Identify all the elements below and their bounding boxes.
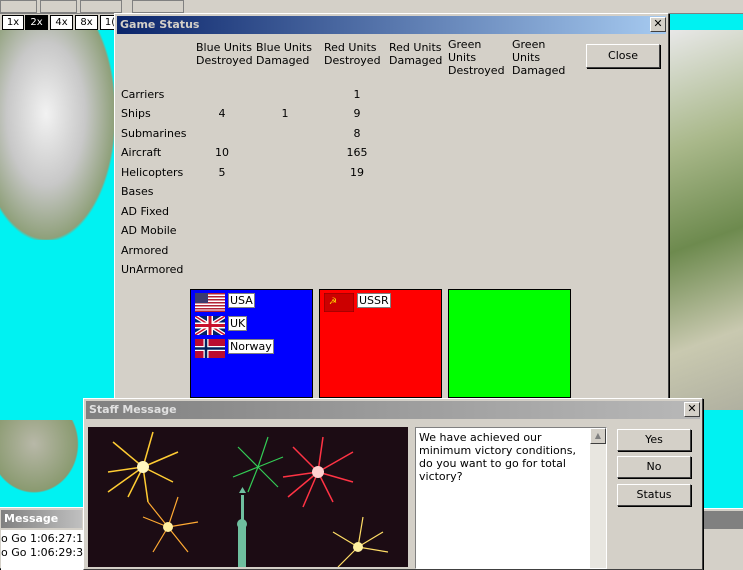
message-log-titlebar[interactable]: Message Log — [1, 510, 82, 543]
row-label: Submarines — [121, 127, 187, 140]
close-icon[interactable]: ✕ — [650, 17, 666, 32]
top-toolbar — [0, 0, 743, 14]
green-side-panel — [448, 289, 571, 398]
usa-flag-icon — [195, 293, 225, 312]
nation-ussr[interactable]: USSR — [357, 293, 391, 308]
scrollbar[interactable]: ▲ — [590, 428, 606, 568]
message-log-entry[interactable]: o Go 1:06:27:10 — [1, 532, 90, 545]
table-cell: 10 — [215, 146, 229, 159]
staff-message-title: Staff Message — [89, 403, 177, 416]
game-status-titlebar[interactable]: Game Status — [117, 16, 666, 34]
table-cell: 8 — [353, 127, 361, 140]
staff-message-titlebar[interactable]: Staff Message — [86, 401, 700, 419]
message-log-list: o Go 1:06:27:10 o Go 1:06:29:30 — [1, 530, 90, 570]
zoom-8x-button[interactable]: 8x — [75, 15, 98, 30]
zoom-2x-button[interactable]: 2x — [25, 15, 48, 30]
row-label: AD Mobile — [121, 224, 177, 237]
message-log-entry[interactable]: o Go 1:06:29:30 — [1, 546, 90, 559]
row-label: Bases — [121, 185, 154, 198]
toolbar-button[interactable] — [40, 0, 77, 13]
zoom-bar: 1x 2x 4x 8x 1( — [0, 14, 120, 30]
row-label: Aircraft — [121, 146, 162, 159]
col-header-red-damaged: Red Units Damaged — [389, 41, 443, 67]
svg-text:☭: ☭ — [329, 297, 337, 307]
row-label: UnArmored — [121, 263, 184, 276]
no-button[interactable]: No — [617, 456, 691, 478]
table-cell: 19 — [350, 166, 364, 179]
toolbar-button[interactable] — [0, 0, 37, 13]
row-label: Carriers — [121, 88, 165, 101]
status-button[interactable]: Status — [617, 484, 691, 506]
staff-message-window: Staff Message ✕ We have achieved our min… — [83, 398, 703, 570]
col-header-red-destroyed: Red Units Destroyed — [324, 41, 381, 67]
close-button[interactable]: Close — [586, 44, 660, 68]
map-landmass-east — [668, 30, 743, 410]
fireworks-image — [88, 427, 408, 567]
ussr-flag-icon: ☭ — [323, 292, 355, 313]
background-window-titlebar — [702, 511, 743, 529]
col-header-green-damaged: Green Units Damaged — [512, 38, 566, 77]
row-label: Helicopters — [121, 166, 184, 179]
map-landmass-west — [0, 30, 115, 240]
staff-message-text-box[interactable]: We have achieved our minimum victory con… — [415, 427, 607, 569]
scroll-up-icon[interactable]: ▲ — [590, 428, 606, 444]
zoom-4x-button[interactable]: 4x — [50, 15, 73, 30]
game-status-title: Game Status — [120, 18, 200, 31]
toolbar-button[interactable] — [80, 0, 122, 13]
row-label: Ships — [121, 107, 151, 120]
norway-flag-icon — [195, 339, 225, 358]
uk-flag-icon — [193, 314, 227, 337]
background-window — [702, 508, 743, 561]
zoom-1x-button[interactable]: 1x — [2, 15, 24, 30]
table-cell: 9 — [353, 107, 361, 120]
col-header-blue-destroyed: Blue Units Destroyed — [196, 41, 253, 67]
red-side-panel: ☭ USSR — [319, 289, 442, 398]
staff-message-text: We have achieved our minimum victory con… — [419, 431, 576, 483]
table-cell: 4 — [218, 107, 226, 120]
close-icon[interactable]: ✕ — [684, 402, 700, 417]
col-header-green-destroyed: Green Units Destroyed — [448, 38, 505, 77]
row-label: Armored — [121, 244, 169, 257]
col-header-blue-damaged: Blue Units Damaged — [256, 41, 312, 67]
map-landmass-south — [0, 420, 85, 500]
table-cell: 1 — [353, 88, 361, 101]
table-cell: 165 — [346, 146, 368, 159]
toolbar-button[interactable] — [132, 0, 184, 13]
yes-button[interactable]: Yes — [617, 429, 691, 451]
table-cell: 1 — [281, 107, 289, 120]
blue-side-panel: USA UK Norway — [190, 289, 313, 398]
nation-uk[interactable]: UK — [228, 316, 248, 331]
nation-norway[interactable]: Norway — [228, 339, 274, 354]
game-status-window: Game Status ✕ Blue Units Destroyed Blue U… — [114, 13, 669, 404]
table-cell: 5 — [218, 166, 226, 179]
row-label: AD Fixed — [121, 205, 169, 218]
nation-usa[interactable]: USA — [228, 293, 255, 308]
